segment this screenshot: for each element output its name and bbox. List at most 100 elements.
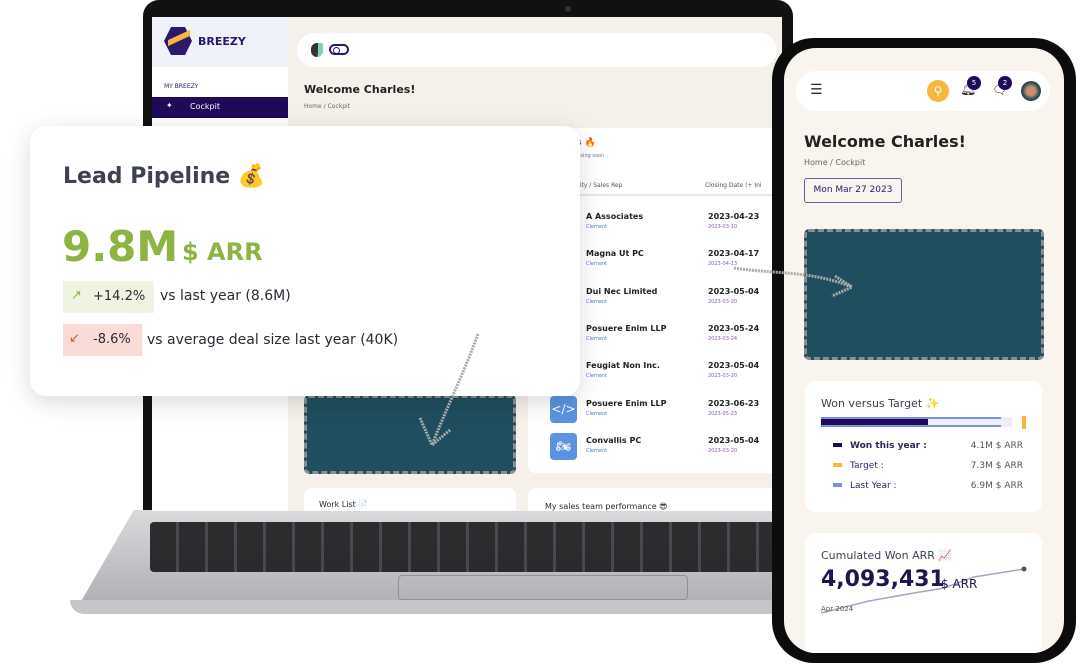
sales-rep[interactable]: Clement <box>586 411 607 417</box>
phone: ☰ ⚲ 🔔︎ 5 🗨︎ 2 Welcome Charles! Home / Co… <box>772 38 1076 663</box>
logo[interactable]: BREEZY <box>152 17 288 67</box>
page-title: Welcome Charles! <box>804 132 966 151</box>
table-row[interactable]: 🏍︎ Convallis PC Clement 2023-05-04 2023-… <box>528 432 782 464</box>
legend-swatch <box>833 463 842 467</box>
theme-toggle[interactable] <box>329 44 349 55</box>
closing-date: 2023-05-04 <box>708 361 760 371</box>
message-badge: 2 <box>998 76 1012 90</box>
card-title: My sales team performance 😎 <box>545 502 668 511</box>
opportunity-name: Posuere Enim LLP <box>586 323 667 333</box>
hand-drawn-arrow <box>733 266 856 298</box>
legend-swatch <box>833 443 842 447</box>
delta-label: vs last year (8.6M) <box>160 288 291 304</box>
sidebar-section-label: MY BREEZY <box>164 83 199 90</box>
breadcrumb-home[interactable]: Home <box>304 103 322 110</box>
breadcrumb-sep: / <box>323 103 326 110</box>
sales-performance-card: My sales team performance 😎 <box>528 488 782 511</box>
phone-top-bar: ☰ ⚲ 🔔︎ 5 🗨︎ 2 <box>796 71 1050 111</box>
breadcrumb: Home / Cockpit <box>804 158 865 167</box>
table-row[interactable]: </> Posuere Enim LLP Clement 2023-06-23 … <box>528 395 782 427</box>
column-header-opportunity[interactable]: nity / Sales Rep <box>576 182 623 189</box>
search-button[interactable]: ⚲ <box>927 80 949 102</box>
progress-track <box>821 417 1012 427</box>
search-icon: ⚲ <box>933 84 943 98</box>
delta-badge-up: ↗ +14.2% <box>63 281 154 313</box>
arrow-up-right-icon: ↗ <box>71 288 82 303</box>
cumulated-won-card: Cumulated Won ARR 📈 4,093,431 $ ARR Apr … <box>805 533 1042 653</box>
opportunity-name: Feugiat Non Inc. <box>586 361 660 371</box>
opportunity-name: Posuere Enim LLP <box>586 398 667 408</box>
phone-screen: ☰ ⚲ 🔔︎ 5 🗨︎ 2 Welcome Charles! Home / Co… <box>784 48 1064 653</box>
toucan-icon <box>311 43 323 57</box>
breadcrumb-home[interactable]: Home <box>804 158 828 167</box>
sparkle-icon: ✦ <box>166 101 173 110</box>
arrow-down-left-icon: ↙ <box>69 331 80 346</box>
opportunity-name: Dui Nec Limited <box>586 286 658 296</box>
opportunity-name: Magna Ut PC <box>586 249 644 259</box>
card-title: Work List 📄 <box>319 500 369 509</box>
opportunity-name: Convallis PC <box>586 435 642 445</box>
page-title: Welcome Charles! <box>304 83 416 96</box>
pipeline-value: 9.8M <box>62 222 179 271</box>
initial-date: 2023-03-24 <box>708 335 738 342</box>
avatar[interactable] <box>1021 81 1041 101</box>
legend-label: Target : <box>850 461 884 471</box>
closing-date: 2023-04-23 <box>708 212 760 221</box>
card-subtitle: losing soon <box>576 153 605 159</box>
cumulated-unit: $ ARR <box>941 577 978 591</box>
won-vs-target-card: Won versus Target ✨ Won this year : 4.1M… <box>805 381 1042 512</box>
code-icon: </> <box>550 395 577 423</box>
header-divider <box>576 194 782 196</box>
date-button[interactable]: Mon Mar 27 2023 <box>804 178 902 203</box>
card-title: Won versus Target ✨ <box>821 397 940 410</box>
legend-value: 4.1M $ ARR <box>970 441 1023 451</box>
notification-badge: 5 <box>967 76 981 90</box>
legend-swatch <box>833 483 842 487</box>
breadcrumb: Home / Cockpit <box>304 103 350 110</box>
initial-date: 2023-03-10 <box>708 224 738 230</box>
lead-pipeline-card: Lead Pipeline 💰 9.8M $ ARR ↗ +14.2% vs l… <box>30 126 580 396</box>
sales-rep[interactable]: Clement <box>586 336 607 342</box>
legend-value: 6.9M $ ARR <box>970 481 1023 491</box>
initial-date: 2023-05-23 <box>708 410 738 417</box>
motorbike-icon: 🏍︎ <box>550 432 577 460</box>
delta-value: -8.6% <box>93 332 131 347</box>
sidebar-item-label: Cockpit <box>190 102 220 111</box>
logo-text: BREEZY <box>198 35 246 48</box>
work-list-card: Work List 📄 <box>304 488 516 511</box>
initial-date: 2023-03-20 <box>708 373 738 380</box>
sales-rep[interactable]: Clement <box>586 299 607 305</box>
sidebar-item-cockpit[interactable]: ✦ Cockpit <box>152 97 288 118</box>
delta-label: vs average deal size last year (40K) <box>147 332 399 348</box>
sales-rep[interactable]: Clement <box>586 261 607 267</box>
breadcrumb-sep: / <box>830 158 833 167</box>
sales-rep[interactable]: Clement <box>586 373 607 379</box>
initial-date: 2023-03-20 <box>708 447 738 454</box>
card-title: Lead Pipeline 💰 <box>63 164 266 189</box>
legend-label: Last Year : <box>850 481 897 491</box>
cumulated-value: 4,093,431 <box>821 567 945 592</box>
closing-date: 2023-05-04 <box>708 435 760 445</box>
closing-date: 2023-04-17 <box>708 249 760 259</box>
x-axis-label: Apr 2024 <box>821 605 854 613</box>
camera <box>565 6 571 12</box>
keyboard <box>150 522 790 572</box>
closing-date: 2023-05-24 <box>708 323 760 333</box>
hamburger-menu-icon[interactable]: ☰ <box>810 82 823 98</box>
won-bar <box>821 419 928 425</box>
column-header-closing-date[interactable]: Closing Date (+ Ini <box>705 182 762 189</box>
top-bar <box>297 33 777 67</box>
pipeline-unit: $ ARR <box>182 238 263 266</box>
breadcrumb-current: Cockpit <box>835 158 866 167</box>
delta-badge-down: ↙ -8.6% <box>63 324 142 356</box>
legend-label: Won this year : <box>850 441 927 451</box>
trackpad <box>398 575 688 600</box>
opportunity-name: A Associates <box>586 212 644 221</box>
sales-rep[interactable]: Clement <box>586 448 607 454</box>
target-marker <box>1022 416 1026 429</box>
breadcrumb-current: Cockpit <box>327 103 351 110</box>
hand-drawn-arrow <box>418 333 480 448</box>
delta-value: +14.2% <box>93 289 146 304</box>
sales-rep[interactable]: Clement <box>586 224 607 230</box>
legend-value: 7.3M $ ARR <box>970 461 1023 471</box>
